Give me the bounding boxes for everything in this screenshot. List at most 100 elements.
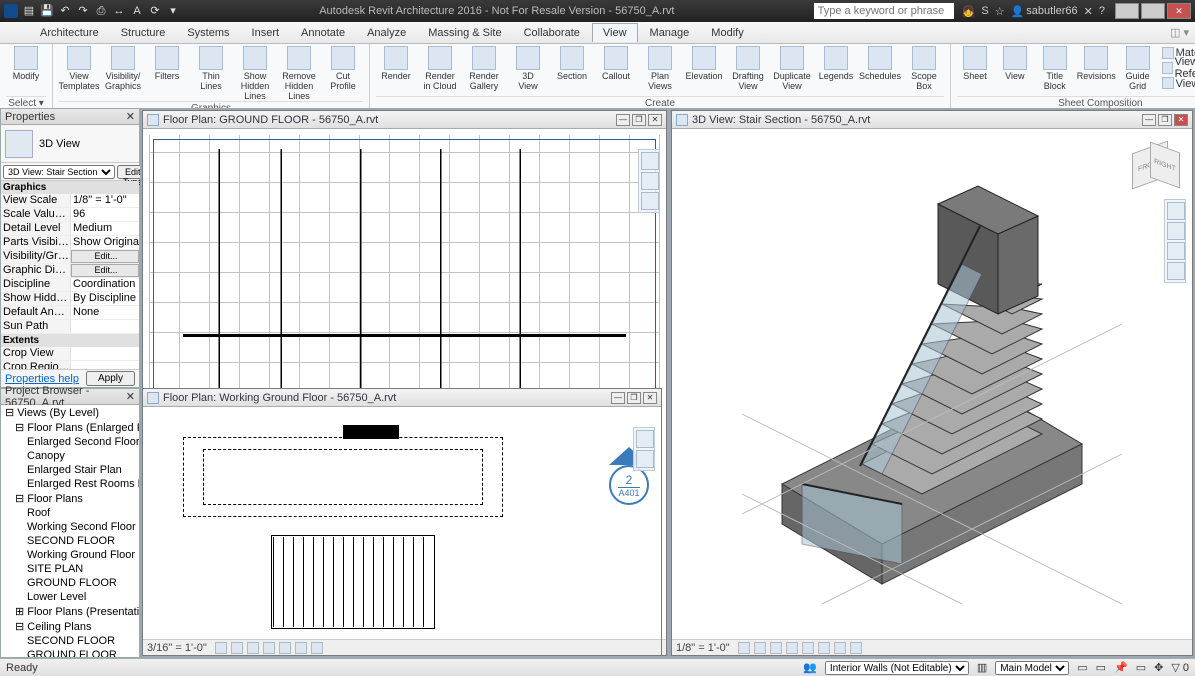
maximize-button[interactable]: ❐ xyxy=(1141,3,1165,19)
ribbon-plan-views-button[interactable]: PlanViews xyxy=(640,46,680,91)
prop-row[interactable]: Scale Value 1:96 xyxy=(1,208,139,222)
prop-value[interactable]: 1/8" = 1'-0" xyxy=(71,194,139,207)
tree-item[interactable]: Lower Level xyxy=(1,590,139,604)
search-icon[interactable]: 👧 xyxy=(962,5,976,18)
prop-row[interactable]: Crop Region Vi... xyxy=(1,361,139,369)
minimize-button[interactable]: — xyxy=(1115,3,1139,19)
ribbon-scope-box-button[interactable]: ScopeBox xyxy=(904,46,944,91)
view-min-icon[interactable]: — xyxy=(1142,114,1156,126)
select-underlay-icon[interactable]: ▭ xyxy=(1096,661,1106,674)
tree-item[interactable]: Enlarged Rest Rooms Pla xyxy=(1,477,139,491)
vc-visual-icon[interactable] xyxy=(770,642,782,654)
properties-help-link[interactable]: Properties help xyxy=(5,373,79,385)
qat-undo-icon[interactable]: ↶ xyxy=(58,4,72,18)
ribbon-schedules-button[interactable]: Schedules xyxy=(860,46,900,81)
search-input[interactable] xyxy=(814,3,954,19)
view-scale[interactable]: 1/8" = 1'-0" xyxy=(676,642,730,654)
tree-item[interactable]: Working Ground Floor xyxy=(1,548,139,562)
tab-manage[interactable]: Manage xyxy=(640,24,700,42)
view-cube[interactable]: FRONT RIGHT xyxy=(1132,139,1182,189)
tree-item[interactable]: SECOND FLOOR xyxy=(1,534,139,548)
nav-zoom-icon[interactable] xyxy=(636,450,654,468)
prop-value[interactable]: Edit... xyxy=(71,250,139,263)
tab-structure[interactable]: Structure xyxy=(111,24,176,42)
prop-value[interactable] xyxy=(71,320,139,333)
prop-value[interactable]: By Discipline xyxy=(71,292,139,305)
view-max-icon[interactable]: ❐ xyxy=(1158,114,1172,126)
ribbon-render-button[interactable]: Render xyxy=(376,46,416,81)
ribbon-section-button[interactable]: Section xyxy=(552,46,592,81)
tree-item[interactable]: GROUND FLOOR xyxy=(1,648,139,657)
tree-item[interactable]: Roof xyxy=(1,506,139,520)
view-header[interactable]: 3D View: Stair Section - 56750_A.rvt — ❐… xyxy=(672,111,1192,129)
nav-bar[interactable] xyxy=(638,149,660,213)
browser-close-icon[interactable]: ✕ xyxy=(126,390,135,403)
favorite-icon[interactable]: ☆ xyxy=(995,5,1005,18)
tab-collaborate[interactable]: Collaborate xyxy=(514,24,590,42)
nav-home-icon[interactable] xyxy=(641,152,659,170)
vc-sun-icon[interactable] xyxy=(786,642,798,654)
close-button[interactable]: ✕ xyxy=(1167,3,1191,19)
view-control-bar[interactable]: 3/16" = 1'-0" xyxy=(143,639,661,655)
tab-architecture[interactable]: Architecture xyxy=(30,24,109,42)
view-header[interactable]: Floor Plan: GROUND FLOOR - 56750_A.rvt —… xyxy=(143,111,666,129)
prop-value[interactable]: 96 xyxy=(71,208,139,221)
tab-modify[interactable]: Modify xyxy=(701,24,753,42)
prop-row[interactable]: Show Hidden L...By Discipline xyxy=(1,292,139,306)
tab-analyze[interactable]: Analyze xyxy=(357,24,416,42)
view-canvas[interactable]: 2 A401 xyxy=(143,407,661,639)
view-min-icon[interactable]: — xyxy=(616,114,630,126)
vc-hide-icon[interactable] xyxy=(311,642,323,654)
prop-row[interactable]: Graphic Displa...Edit... xyxy=(1,264,139,278)
prop-row[interactable]: Visibility/Graph...Edit... xyxy=(1,250,139,264)
select-face-icon[interactable]: ▭ xyxy=(1136,661,1146,674)
qat-open-icon[interactable]: ▤ xyxy=(22,4,36,18)
view-max-icon[interactable]: ❐ xyxy=(632,114,646,126)
nav-zoom-icon[interactable] xyxy=(641,172,659,190)
filter-icon[interactable]: ▽ 0 xyxy=(1171,661,1189,674)
user-menu[interactable]: 👤 sabutler66 xyxy=(1011,5,1078,18)
properties-close-icon[interactable]: ✕ xyxy=(126,110,135,123)
ribbon-visibility-graphics-button[interactable]: Visibility/Graphics xyxy=(103,46,143,91)
qat-print-icon[interactable]: ⎙ xyxy=(94,4,108,18)
nav-bar[interactable] xyxy=(1164,199,1186,283)
view-scale[interactable]: 3/16" = 1'-0" xyxy=(147,642,207,654)
ribbon-expand-icon[interactable]: ◫ ▾ xyxy=(1170,26,1189,39)
nav-home-icon[interactable] xyxy=(636,430,654,448)
prop-section-header[interactable]: Graphics xyxy=(1,181,139,194)
tree-item[interactable]: SITE PLAN xyxy=(1,562,139,576)
tree-item[interactable]: Enlarged Stair Plan xyxy=(1,463,139,477)
vc-model-icon[interactable] xyxy=(215,642,227,654)
tree-item[interactable]: Enlarged Second Floor Re xyxy=(1,435,139,449)
workset-icon[interactable]: 👥 xyxy=(803,661,817,674)
ribbon-sheet-button[interactable]: Sheet xyxy=(957,46,993,81)
ribbon-view-templates-button[interactable]: ViewTemplates xyxy=(59,46,99,91)
ribbon-render-gallery-button[interactable]: RenderGallery xyxy=(464,46,504,91)
vc-visual-icon[interactable] xyxy=(247,642,259,654)
ribbon-filters-button[interactable]: Filters xyxy=(147,46,187,81)
ribbon-remove-hidden-lines-button[interactable]: RemoveHidden Lines xyxy=(279,46,319,101)
help-icon[interactable]: ? xyxy=(1099,5,1105,17)
tab-massing-site[interactable]: Massing & Site xyxy=(418,24,511,42)
prop-value[interactable] xyxy=(71,347,139,360)
ribbon-drafting-view-button[interactable]: DraftingView xyxy=(728,46,768,91)
prop-value[interactable]: None xyxy=(71,306,139,319)
ribbon-legends-button[interactable]: Legends xyxy=(816,46,856,81)
tab-systems[interactable]: Systems xyxy=(177,24,239,42)
vc-detail-icon[interactable] xyxy=(754,642,766,654)
tree-item[interactable]: ⊟ Views (By Level) xyxy=(1,405,139,420)
prop-row[interactable]: DisciplineCoordination xyxy=(1,278,139,292)
ribbon-duplicate-view-button[interactable]: DuplicateView xyxy=(772,46,812,91)
tree-item[interactable]: GROUND FLOOR xyxy=(1,576,139,590)
view-close-icon[interactable]: ✕ xyxy=(1174,114,1188,126)
tree-item[interactable]: Working Second Floor xyxy=(1,520,139,534)
prop-row[interactable]: Crop View xyxy=(1,347,139,361)
properties-header[interactable]: Properties ✕ xyxy=(1,109,139,125)
prop-value[interactable]: Medium xyxy=(71,222,139,235)
ribbon-elevation-button[interactable]: Elevation xyxy=(684,46,724,81)
vc-crop-icon[interactable] xyxy=(818,642,830,654)
select-pinned-icon[interactable]: 📌 xyxy=(1114,661,1128,674)
qat-more-icon[interactable]: ▾ xyxy=(166,4,180,18)
nav-zoom-icon[interactable] xyxy=(1167,242,1185,260)
vc-model-icon[interactable] xyxy=(738,642,750,654)
